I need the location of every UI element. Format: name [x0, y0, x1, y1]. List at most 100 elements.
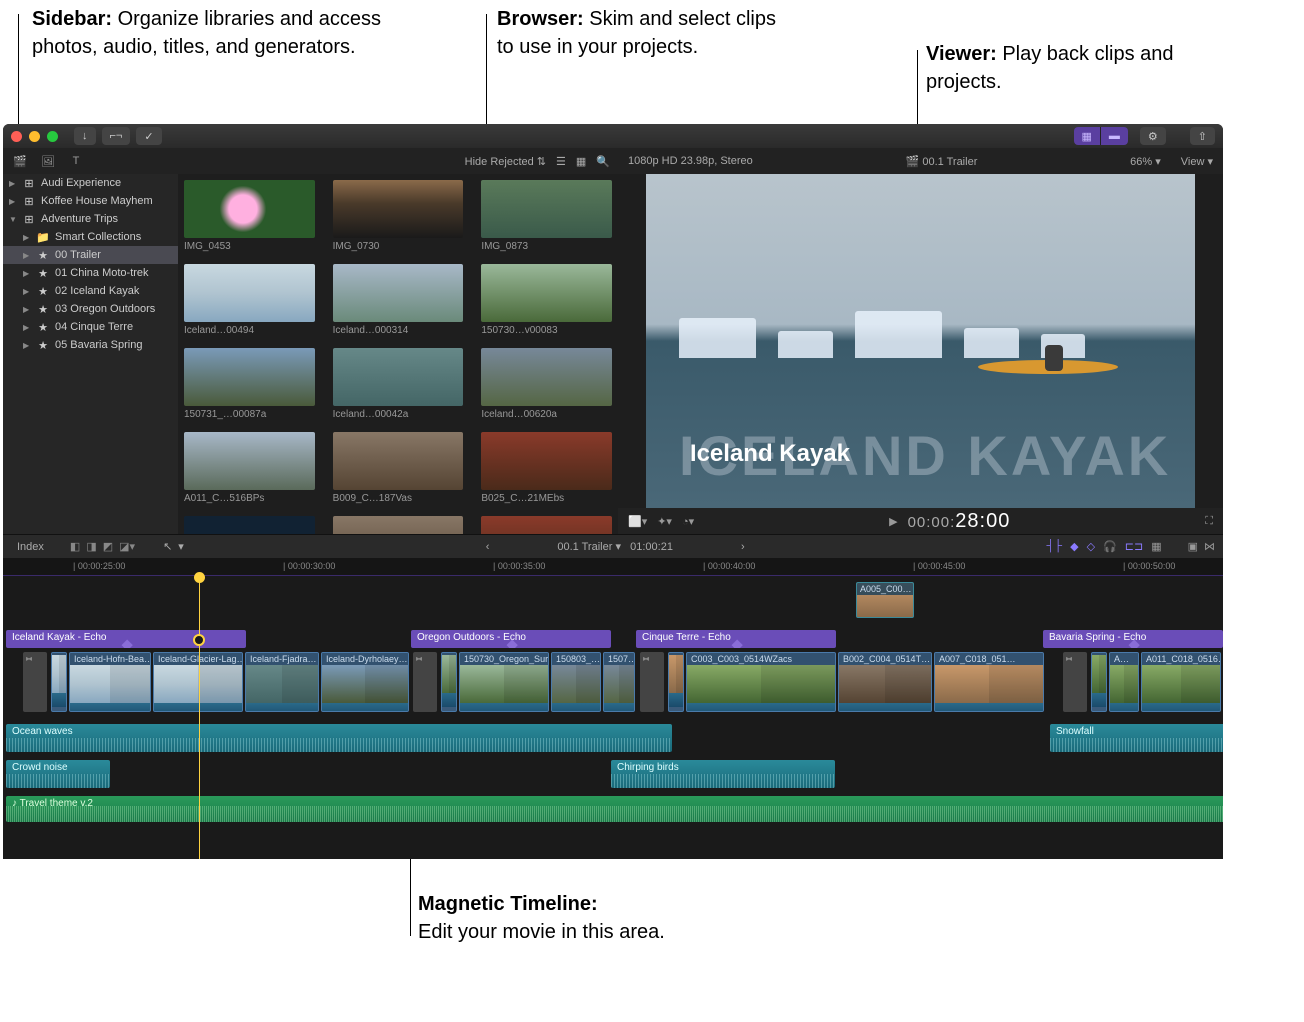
video-clip[interactable]: Iceland-Fjadra… — [245, 652, 319, 712]
title-clip[interactable]: Bavaria Spring - Echo — [1043, 630, 1223, 648]
video-clip[interactable]: A007_C018_051… — [934, 652, 1044, 712]
maximize-icon[interactable] — [47, 131, 58, 142]
video-clip[interactable] — [1091, 652, 1107, 712]
sidebar-item[interactable]: ▶★01 China Moto-trek — [3, 264, 178, 282]
sidebar-item[interactable]: ▶★02 Iceland Kayak — [3, 282, 178, 300]
connect-clip-icon[interactable]: ◧ — [70, 540, 80, 553]
append-clip-icon[interactable]: ◩ — [103, 540, 113, 553]
timeline-ruler[interactable]: | 00:00:25:00| 00:00:30:00| 00:00:35:00|… — [3, 558, 1223, 576]
viewer-canvas[interactable]: ICELAND KAYAK Iceland Kayak — [646, 174, 1195, 508]
browser-clip[interactable]: A011_C…516BPs — [184, 432, 315, 504]
search-icon[interactable]: 🔍 — [596, 155, 610, 168]
insert-clip-icon[interactable]: ◨ — [86, 540, 96, 553]
connected-clip[interactable]: A005_C00… — [856, 582, 914, 618]
sidebar-item[interactable]: ▶★05 Bavaria Spring — [3, 336, 178, 354]
transition-clip[interactable] — [640, 652, 664, 712]
retime-menu-icon[interactable]: ◔▾ — [682, 515, 694, 528]
fullscreen-icon[interactable]: ⛶ — [1205, 515, 1213, 528]
browser-clip[interactable] — [333, 516, 464, 534]
audio-skimming-icon[interactable]: ◆ — [1070, 540, 1078, 553]
close-icon[interactable] — [11, 131, 22, 142]
audio-clip[interactable]: Chirping birds — [611, 760, 835, 788]
browser-clip[interactable] — [184, 516, 315, 534]
video-clip[interactable]: 1507… — [603, 652, 635, 712]
video-clip[interactable]: B002_C004_0514T… — [838, 652, 932, 712]
sidebar-item[interactable]: ▶★00 Trailer — [3, 246, 178, 264]
tools-menu-icon[interactable]: ▾ — [178, 540, 184, 553]
video-clip[interactable]: C003_C003_0514WZacs — [686, 652, 836, 712]
import-button[interactable]: ↓ — [74, 127, 96, 145]
clip-appearance-tl-icon[interactable]: ▦ — [1151, 540, 1161, 553]
sidebar-item[interactable]: ▶⊞Audi Experience — [3, 174, 178, 192]
playhead[interactable] — [199, 576, 200, 859]
title-clip[interactable]: Cinque Terre - Echo — [636, 630, 836, 648]
timeline-toggle[interactable]: ▬ — [1101, 127, 1128, 145]
video-clip[interactable]: 150803_… — [551, 652, 601, 712]
snapping-icon[interactable]: ⊏⊐ — [1125, 540, 1143, 553]
video-clip[interactable] — [668, 652, 684, 712]
audio-clip[interactable]: Snowfall — [1050, 724, 1223, 752]
browser-clip[interactable]: 150730…v00083 — [481, 264, 612, 336]
timeline-next-icon[interactable]: › — [741, 541, 745, 553]
video-clip[interactable]: A… — [1109, 652, 1139, 712]
transform-menu-icon[interactable]: ⬜▾ — [628, 515, 647, 528]
enhance-menu-icon[interactable]: ✦▾ — [657, 515, 672, 528]
view-menu[interactable]: View ▾ — [1181, 155, 1213, 168]
title-clip[interactable]: Iceland Kayak - Echo — [6, 630, 246, 648]
browser-clip[interactable]: Iceland…00042a — [333, 348, 464, 420]
photos-sidebar-icon[interactable]: 🖼 — [39, 152, 57, 170]
title-clip[interactable]: Oregon Outdoors - Echo — [411, 630, 611, 648]
timeline-project-menu[interactable]: 00.1 Trailer ▾ 01:00:21 — [557, 540, 673, 553]
sidebar-item[interactable]: ▶★03 Oregon Outdoors — [3, 300, 178, 318]
browser-clip[interactable]: Iceland…000314 — [333, 264, 464, 336]
browser-clip[interactable]: IMG_0453 — [184, 180, 315, 252]
keyword-button[interactable]: ⌐¬ — [102, 127, 131, 145]
share-button[interactable]: ⇧ — [1190, 127, 1215, 145]
sidebar-item[interactable]: ▶★04 Cinque Terre — [3, 318, 178, 336]
video-clip[interactable]: 150730_Oregon_Sur… — [459, 652, 549, 712]
select-tool-icon[interactable]: ↖ — [163, 540, 172, 553]
viewer-timecode[interactable]: 00:00:28:00 — [908, 510, 1011, 533]
transition-clip[interactable] — [1063, 652, 1087, 712]
titles-sidebar-icon[interactable]: T — [67, 152, 85, 170]
browser-clip[interactable] — [481, 516, 612, 534]
skimming-icon[interactable]: ┤├ — [1047, 540, 1063, 553]
effects-browser-icon[interactable]: ▣ — [1188, 540, 1198, 553]
music-clip[interactable]: ♪ Travel theme v.2 — [6, 796, 1223, 822]
browser-clip[interactable]: IMG_0730 — [333, 180, 464, 252]
browser-clip[interactable]: Iceland…00494 — [184, 264, 315, 336]
play-button[interactable]: ▶ — [889, 515, 897, 528]
audio-clip[interactable]: Crowd noise — [6, 760, 110, 788]
browser-clip[interactable]: Iceland…00620a — [481, 348, 612, 420]
inspector-toggle[interactable]: ⚙ — [1140, 127, 1166, 145]
timeline[interactable]: | 00:00:25:00| 00:00:30:00| 00:00:35:00|… — [3, 558, 1223, 859]
headphones-icon[interactable]: 🎧 — [1103, 540, 1117, 553]
clip-appearance-icon[interactable]: ☰ — [556, 155, 566, 168]
browser-clip[interactable]: IMG_0873 — [481, 180, 612, 252]
library-sidebar-icon[interactable]: 🎬 — [11, 152, 29, 170]
filter-menu[interactable]: Hide Rejected ⇅ — [465, 155, 546, 168]
zoom-menu[interactable]: 66% ▾ — [1130, 155, 1161, 168]
browser-clip[interactable]: B025_C…21MEbs — [481, 432, 612, 504]
library-toggle[interactable]: ▦ — [1074, 127, 1101, 145]
timeline-prev-icon[interactable]: ‹ — [486, 541, 490, 553]
sidebar-item[interactable]: ▶⊞Koffee House Mayhem — [3, 192, 178, 210]
minimize-icon[interactable] — [29, 131, 40, 142]
video-clip[interactable]: Iceland-Hofn-Bea… — [69, 652, 151, 712]
video-clip[interactable] — [51, 652, 67, 712]
transition-clip[interactable] — [413, 652, 437, 712]
overwrite-clip-icon[interactable]: ◪▾ — [119, 540, 135, 553]
sidebar-item[interactable]: ▶📁Smart Collections — [3, 228, 178, 246]
video-clip[interactable]: A011_C018_0516… — [1141, 652, 1221, 712]
solo-icon[interactable]: ◇ — [1087, 540, 1095, 553]
browser-clip[interactable]: B009_C…187Vas — [333, 432, 464, 504]
index-button[interactable]: Index — [11, 539, 50, 555]
video-clip[interactable] — [441, 652, 457, 712]
transitions-browser-icon[interactable]: ⋈ — [1204, 540, 1215, 553]
sidebar-item[interactable]: ▼⊞Adventure Trips — [3, 210, 178, 228]
transition-clip[interactable] — [23, 652, 47, 712]
render-button[interactable]: ✓ — [136, 127, 161, 145]
browser-clip[interactable]: 150731_…00087a — [184, 348, 315, 420]
video-clip[interactable]: Iceland-Dyrholaey… — [321, 652, 409, 712]
timeline-tracks[interactable]: A005_C00… Iceland Kayak - Echo Oregon Outd… — [3, 576, 1223, 859]
